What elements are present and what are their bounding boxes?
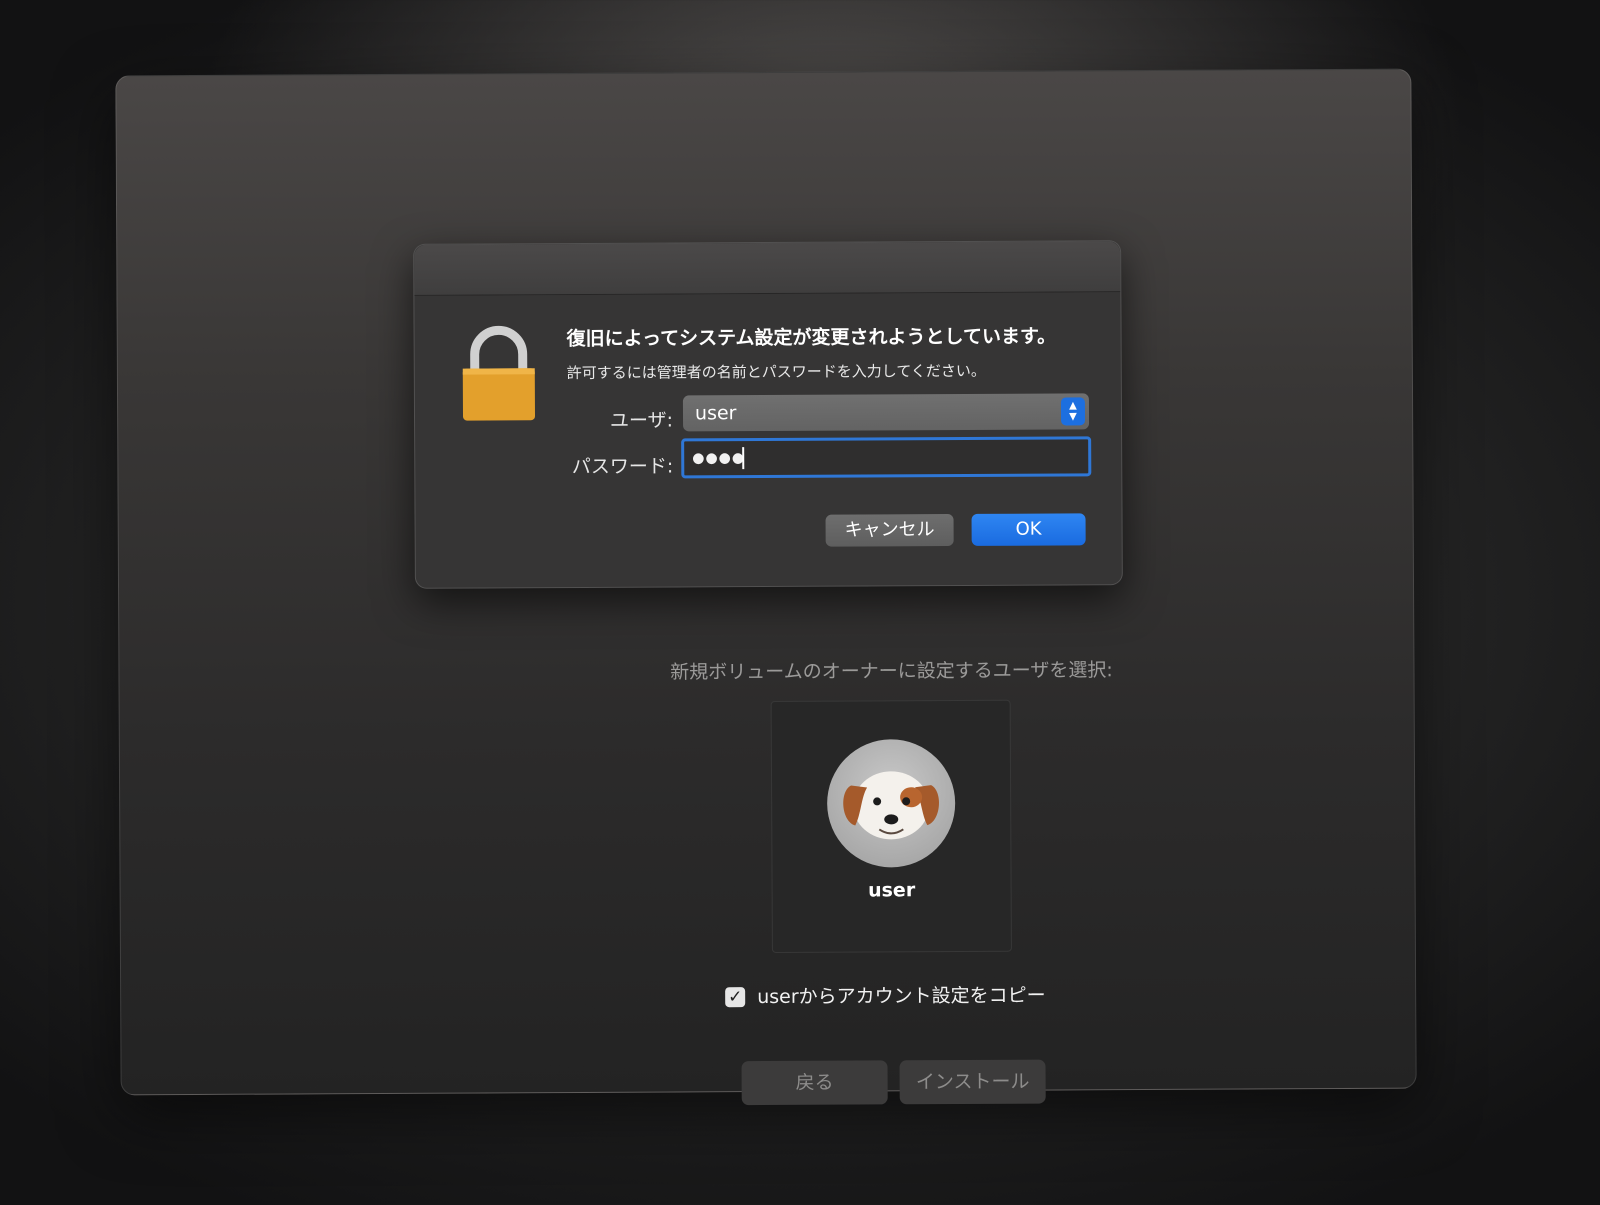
copy-settings-label: userからアカウント設定をコピー [757, 984, 1046, 1009]
user-select-value: user [694, 402, 737, 425]
chevron-updown-icon: ▲ ▼ [1060, 397, 1086, 426]
copy-settings-checkbox[interactable]: ✓ [725, 987, 746, 1008]
cancel-button[interactable]: キャンセル [825, 514, 954, 547]
dialog-title: 復旧によってシステム設定が変更されようとしています。 [566, 325, 1057, 351]
user-label: ユーザ: [609, 409, 674, 432]
auth-dialog: 復旧によってシステム設定が変更されようとしています。 許可するには管理者の名前と… [413, 240, 1123, 589]
password-label: パスワード: [571, 455, 674, 479]
dog-avatar-icon [826, 739, 956, 868]
text-caret [742, 447, 745, 470]
dialog-message: 許可するには管理者の名前とパスワードを入力してください。 [566, 361, 986, 383]
back-button[interactable]: 戻る [741, 1060, 888, 1106]
dialog-titlebar [414, 241, 1121, 296]
password-dots: ●●●● [692, 450, 746, 467]
ok-button[interactable]: OK [971, 513, 1086, 546]
owner-prompt: 新規ボリュームのオーナーに設定するユーザを選択: [670, 659, 1113, 684]
user-tile[interactable]: user [770, 699, 1012, 953]
install-button[interactable]: インストール [899, 1059, 1046, 1105]
lock-icon [459, 324, 540, 424]
user-select[interactable]: user ▲ ▼ [682, 393, 1090, 432]
password-field[interactable]: ●●●● [681, 436, 1092, 479]
user-name: user [868, 879, 916, 902]
